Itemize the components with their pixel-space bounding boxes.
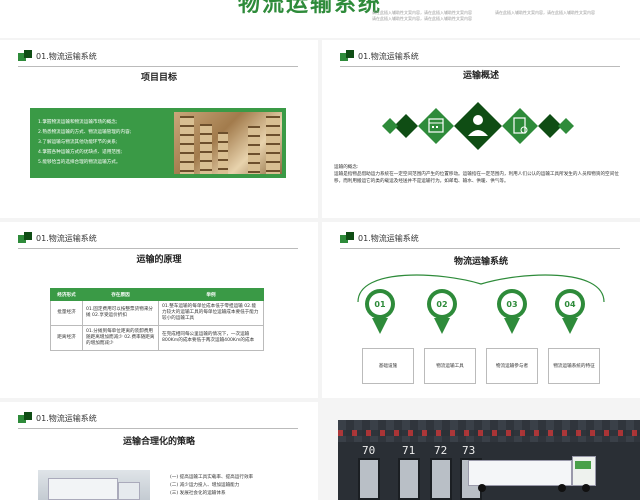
list-item: 4.掌握各种运输方式的优缺点、适用范围;: [38, 150, 123, 155]
goals-list: 1.掌握物流运输和物流运输市场的概念; 2.熟悉物流运输的方式、物流运输管理的内…: [38, 118, 170, 168]
list-item: 5.能够恰当的选择合理的物流运输方式。: [38, 160, 121, 165]
dock-door: [398, 458, 420, 500]
node-pin-03: 03: [497, 289, 527, 334]
section-header: 01.物流运输系统: [18, 232, 97, 244]
dock-door: [430, 458, 452, 500]
section-header: 01.物流运输系统: [18, 412, 97, 424]
section-divider: [18, 428, 298, 429]
node-box-3: 物流运输参与者: [486, 348, 538, 384]
list-item: (一) 提高运输工具实载率、提高运行效率: [170, 475, 254, 480]
node-box-4: 物流运输系统的特征: [548, 348, 600, 384]
section-label: 01.物流运输系统: [358, 51, 419, 61]
table-header: 存在原因: [82, 288, 159, 301]
warehouse-image: [174, 112, 282, 174]
table-row: 距离经济 01.分摊到每单位距离的装卸费用随距离增加而减少 02.费率随距离的增…: [50, 325, 265, 351]
node-number: 02: [436, 300, 447, 309]
top-title: 物流运输系统: [238, 0, 383, 17]
table-header: 经济形式: [50, 288, 83, 301]
table-header: 举例: [157, 288, 265, 301]
table-header-row: 经济形式 存在原因 举例: [50, 288, 265, 301]
slide-transport-principles[interactable]: 01.物流运输系统 运输的原理 经济形式 存在原因 举例 批量经济 01.固定费…: [0, 222, 318, 398]
section-divider: [340, 66, 620, 67]
list-item: 1.掌握物流运输和物流运输市场的概念;: [38, 120, 118, 125]
dock-number: 73: [462, 444, 476, 457]
node-number: 04: [564, 300, 576, 309]
section-divider: [18, 248, 298, 249]
list-item: (二) 减少运力投入、增加运输能力: [170, 483, 240, 488]
truck-trailer: [468, 460, 572, 486]
section-divider: [18, 66, 298, 67]
table-cell: 批量经济: [50, 300, 83, 326]
section-divider: [340, 248, 620, 249]
top-desc-1: 请在此插入辅助性文案内容，请在此插入辅助性文案内容 请在此插入辅助性文案内容，请…: [372, 10, 472, 21]
truck-cab: [572, 456, 596, 486]
top-desc-2: 请在此插入辅助性文案内容，请在此插入辅助性文案内容: [495, 10, 595, 15]
system-diagram: 01 02 03 04: [357, 274, 605, 334]
truck-image: [38, 470, 150, 500]
table-cell: 01.整车运输的每单位成本低于零担运输 02.能力较大的运输工具的每单位运输成本…: [157, 300, 265, 326]
goals-box: 1.掌握物流运输和物流运输市场的概念; 2.熟悉物流运输的方式、物流运输管理的内…: [30, 108, 286, 178]
dock-door: [358, 458, 380, 500]
section-label: 01.物流运输系统: [36, 413, 97, 423]
strategy-list: (一) 提高运输工具实载率、提高运行效率 (二) 减少运力投入、增加运输能力 (…: [170, 474, 253, 498]
principles-table: 经济形式 存在原因 举例 批量经济 01.固定费用可以按整票货物来分摊 02.享…: [50, 288, 265, 351]
table-cell: 距离经济: [50, 325, 83, 351]
list-item: (三) 发展社会化的运输体系: [170, 491, 226, 496]
diamond-icons: [382, 102, 574, 150]
top-slide: 物流运输系统 请在此插入辅助性文案内容，请在此插入辅助性文案内容 请在此插入辅助…: [0, 0, 640, 38]
slide-transport-overview[interactable]: 01.物流运输系统 运输概述 运输的概念: 运输是指物品借助运力系统在一定空间范…: [322, 40, 640, 218]
table-cell: 01.固定费用可以按整票货物来分摊 02.享受运价折扣: [82, 300, 159, 326]
slide-title: 项目目标: [140, 73, 177, 83]
section-label: 01.物流运输系统: [36, 233, 97, 243]
slide-logistics-system[interactable]: 01.物流运输系统 物流运输系统 01 02 03 04 基础设施 物流运输工具…: [322, 222, 640, 398]
list-item: 3.了解运输与物流其他功能环节的关系;: [38, 140, 118, 145]
node-number: 01: [374, 300, 386, 309]
node-number: 03: [506, 300, 517, 309]
node-box-1: 基础设施: [362, 348, 414, 384]
slide-warehouse-photo[interactable]: 70 71 72 73: [338, 420, 640, 500]
slide-title: 运输概述: [462, 71, 499, 81]
node-box-2: 物流运输工具: [424, 348, 476, 384]
section-squares-icon: [340, 50, 354, 62]
table-cell: 01.分摊到每单位距离的装卸费用随距离增加而减少 02.费率随距离的增加而减少: [82, 325, 159, 351]
dock-lights: [338, 430, 640, 436]
table-row: 批量经济 01.固定费用可以按整票货物来分摊 02.享受运价折扣 01.整车运输…: [50, 300, 265, 326]
dock-number: 71: [402, 444, 416, 457]
section-header: 01.物流运输系统: [340, 232, 419, 244]
section-label: 01.物流运输系统: [358, 233, 419, 243]
section-squares-icon: [18, 232, 32, 244]
table-cell: 在完成相同每公里运输的情况下，一次运输800Km的成本要低于两次运输400Km的…: [157, 325, 265, 351]
node-pin-04: 04: [555, 289, 585, 334]
slide-project-goals[interactable]: 01.物流运输系统 项目目标 1.掌握物流运输和物流运输市场的概念; 2.熟悉物…: [0, 40, 318, 218]
section-squares-icon: [340, 232, 354, 244]
transport-concept-text: 运输的概念: 运输是指物品借助运力系统在一定空间范围内产生的位置移动。运输指在一…: [334, 165, 619, 184]
dock-number: 70: [362, 444, 376, 457]
dock-number: 72: [434, 444, 448, 457]
section-squares-icon: [18, 412, 32, 424]
section-header: 01.物流运输系统: [340, 50, 419, 62]
node-pin-01: 01: [365, 289, 395, 334]
section-label: 01.物流运输系统: [36, 51, 97, 61]
node-pin-02: 02: [427, 289, 457, 334]
slide-title: 运输合理化的策略: [122, 437, 195, 447]
list-item: 2.熟悉物流运输的方式、物流运输管理的内容;: [38, 130, 132, 135]
slide-title: 运输的原理: [136, 255, 182, 265]
slide-rationalization[interactable]: 01.物流运输系统 运输合理化的策略 (一) 提高运输工具实载率、提高运行效率 …: [0, 402, 318, 500]
section-header: 01.物流运输系统: [18, 50, 97, 62]
section-squares-icon: [18, 50, 32, 62]
